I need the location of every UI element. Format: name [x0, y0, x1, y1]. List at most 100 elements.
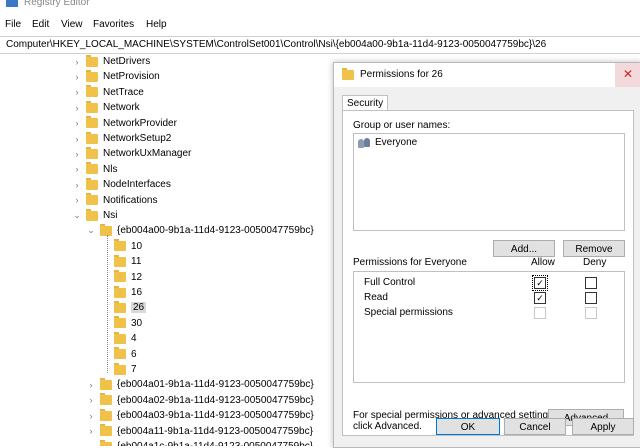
chevron-right-icon[interactable]: › — [86, 380, 96, 390]
tree-node[interactable]: ⌄ Nsi — [72, 208, 117, 223]
folder-icon — [86, 208, 98, 221]
chevron-right-icon[interactable]: › — [72, 180, 82, 190]
tree-node[interactable]: › NetProvision — [72, 69, 160, 84]
tree-node-label: 10 — [131, 240, 143, 252]
tree-node[interactable]: › {eb004a11-9b1a-11d4-9123-0050047759bc} — [86, 424, 313, 439]
folder-icon — [100, 393, 112, 406]
users-icon — [358, 137, 372, 148]
chevron-right-icon[interactable]: › — [72, 87, 82, 97]
chevron-down-icon[interactable]: ⌄ — [86, 225, 96, 236]
tree-node[interactable]: 26 — [100, 300, 147, 315]
permission-label: Full Control — [364, 277, 416, 288]
tree-node[interactable]: › {eb004a1c-9b1a-11d4-9123-0050047759bc} — [86, 439, 313, 446]
tree-node[interactable]: 4 — [100, 331, 137, 346]
ok-button[interactable]: OK — [436, 418, 500, 435]
tree-node-label: {eb004a00-9b1a-11d4-9123-0050047759bc} — [117, 225, 314, 237]
tree-node[interactable]: 16 — [100, 285, 142, 300]
tree-node[interactable]: › NodeInterfaces — [72, 177, 171, 192]
remove-button[interactable]: Remove — [563, 240, 625, 257]
tree-node[interactable]: › NetworkSetup2 — [72, 131, 171, 146]
tree-node[interactable]: 11 — [100, 254, 141, 269]
tree-node-label: {eb004a11-9b1a-11d4-9123-0050047759bc} — [117, 425, 313, 437]
tree-node-label: 7 — [131, 364, 137, 375]
apply-button[interactable]: Apply — [572, 418, 634, 435]
close-button[interactable]: ✕ — [615, 63, 640, 87]
tree-node[interactable]: › {eb004a01-9b1a-11d4-9123-0050047759bc} — [86, 377, 314, 392]
chevron-right-icon[interactable]: › — [86, 442, 96, 447]
tree-node[interactable]: › Network — [72, 100, 140, 115]
tree-node[interactable]: › NetTrace — [72, 85, 144, 100]
tree-node[interactable]: › NetworkProvider — [72, 116, 177, 131]
security-panel: Group or user names: Everyone Add... Rem… — [342, 110, 634, 436]
tab-security[interactable]: Security — [342, 95, 389, 111]
read-deny-checkbox[interactable] — [585, 292, 597, 304]
tree-node-label: 16 — [131, 287, 143, 298]
tree-node-label: NetworkSetup2 — [103, 133, 172, 144]
tree-node[interactable]: › {eb004a03-9b1a-11d4-9123-0050047759bc} — [86, 408, 314, 423]
tree-node[interactable]: 10 — [100, 239, 142, 254]
chevron-right-icon[interactable]: › — [86, 395, 96, 405]
cancel-button[interactable]: Cancel — [504, 418, 566, 435]
folder-icon — [114, 316, 126, 329]
folder-icon — [114, 300, 126, 313]
tree-node[interactable]: › NetworkUxManager — [72, 146, 191, 161]
chevron-right-icon[interactable]: › — [72, 134, 82, 144]
group-names-label: Group or user names: — [353, 120, 451, 131]
chevron-right-icon[interactable]: › — [72, 103, 82, 113]
folder-icon — [86, 100, 98, 113]
tree-node-label: NodeInterfaces — [103, 179, 171, 191]
folder-icon — [100, 377, 112, 390]
chevron-right-icon[interactable]: › — [72, 57, 82, 67]
tree-node-label: 30 — [131, 317, 143, 329]
chevron-down-icon[interactable]: ⌄ — [72, 210, 82, 221]
folder-icon — [86, 69, 98, 82]
tree-node[interactable]: › NetDrivers — [72, 54, 150, 69]
folder-icon — [86, 193, 98, 206]
permission-row-read: Read ✓ — [354, 290, 624, 305]
chevron-right-icon[interactable]: › — [86, 411, 96, 421]
tree-node[interactable]: 12 — [100, 270, 142, 285]
folder-icon — [86, 116, 98, 129]
folder-icon — [100, 408, 112, 421]
tree-node-label: Notifications — [103, 194, 158, 206]
menu-view[interactable]: View — [61, 19, 83, 30]
folder-icon — [114, 239, 126, 252]
chevron-right-icon[interactable]: › — [72, 195, 82, 205]
deny-column-header: Deny — [583, 257, 607, 268]
list-item[interactable]: Everyone — [358, 137, 417, 148]
tree-node[interactable]: ⌄ {eb004a00-9b1a-11d4-9123-0050047759bc} — [86, 223, 314, 238]
tree-node[interactable]: › Nls — [72, 162, 117, 177]
window-titlebar: Registry Editor — [0, 0, 640, 14]
chevron-right-icon[interactable]: › — [86, 426, 96, 436]
full-control-deny-checkbox[interactable] — [585, 277, 597, 289]
chevron-right-icon[interactable]: › — [72, 118, 82, 128]
tree-node[interactable]: 7 — [100, 362, 137, 377]
folder-icon — [114, 347, 126, 360]
chevron-right-icon[interactable]: › — [72, 72, 82, 82]
full-control-allow-checkbox[interactable]: ✓ — [532, 275, 548, 291]
add-button[interactable]: Add... — [493, 240, 555, 257]
tree-node[interactable]: › {eb004a02-9b1a-11d4-9123-0050047759bc} — [86, 393, 314, 408]
tree-node[interactable]: 30 — [100, 316, 142, 331]
tree-node-label: NetDrivers — [103, 56, 151, 67]
permission-row-special: Special permissions — [354, 305, 624, 320]
folder-icon — [114, 362, 126, 375]
tree-node-label: Nls — [103, 163, 118, 175]
chevron-right-icon[interactable]: › — [72, 164, 82, 174]
tree-node[interactable]: › Notifications — [72, 193, 157, 208]
permissions-for-label: Permissions for Everyone — [353, 257, 467, 268]
menu-favorites[interactable]: Favorites — [93, 19, 134, 30]
read-allow-checkbox[interactable]: ✓ — [534, 292, 546, 304]
folder-icon — [114, 331, 126, 344]
folder-icon — [100, 424, 112, 437]
chevron-right-icon[interactable]: › — [72, 149, 82, 159]
registry-editor-icon — [6, 0, 18, 7]
menu-edit[interactable]: Edit — [32, 19, 49, 30]
menu-file[interactable]: File — [5, 19, 21, 30]
menu-help[interactable]: Help — [146, 19, 167, 30]
user-list[interactable]: Everyone — [353, 133, 625, 231]
permissions-dialog: Permissions for 26 ✕ Security Group or u… — [333, 62, 640, 448]
folder-icon — [86, 85, 98, 98]
tree-node[interactable]: 6 — [100, 347, 137, 362]
address-bar[interactable]: Computer\HKEY_LOCAL_MACHINE\SYSTEM\Contr… — [0, 36, 640, 54]
